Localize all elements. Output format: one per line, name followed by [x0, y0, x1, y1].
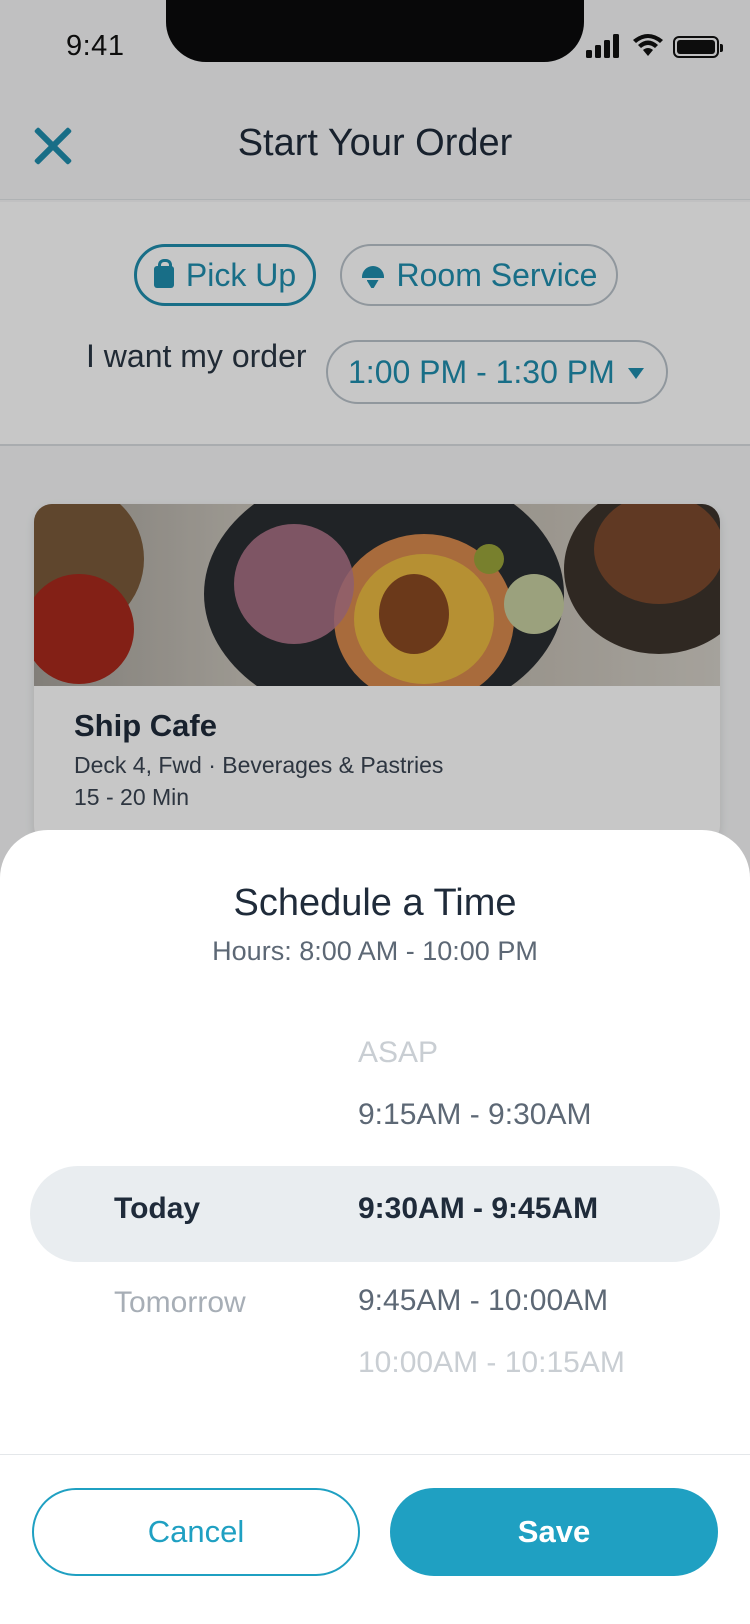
- time-slot-selected[interactable]: 9:30AM - 9:45AM: [358, 1192, 598, 1226]
- divider: [0, 1454, 750, 1455]
- time-slot-option[interactable]: ASAP: [358, 1036, 438, 1070]
- time-slot-option[interactable]: 10:00AM - 10:15AM: [358, 1346, 625, 1380]
- cancel-button[interactable]: Cancel: [32, 1488, 360, 1576]
- schedule-sheet: Schedule a Time Hours: 8:00 AM - 10:00 P…: [0, 830, 750, 1624]
- day-option[interactable]: Tomorrow: [114, 1286, 246, 1320]
- sheet-title: Schedule a Time: [233, 882, 517, 924]
- time-slot-option[interactable]: 9:15AM - 9:30AM: [358, 1098, 591, 1132]
- save-button[interactable]: Save: [390, 1488, 718, 1576]
- day-option-selected[interactable]: Today: [114, 1192, 200, 1226]
- order-screen: 9:41 Start Your Order Pick Up Room Servi…: [0, 0, 750, 1624]
- hours-label: Hours: 8:00 AM - 10:00 PM: [212, 936, 538, 966]
- time-slot-option[interactable]: 9:45AM - 10:00AM: [358, 1284, 608, 1318]
